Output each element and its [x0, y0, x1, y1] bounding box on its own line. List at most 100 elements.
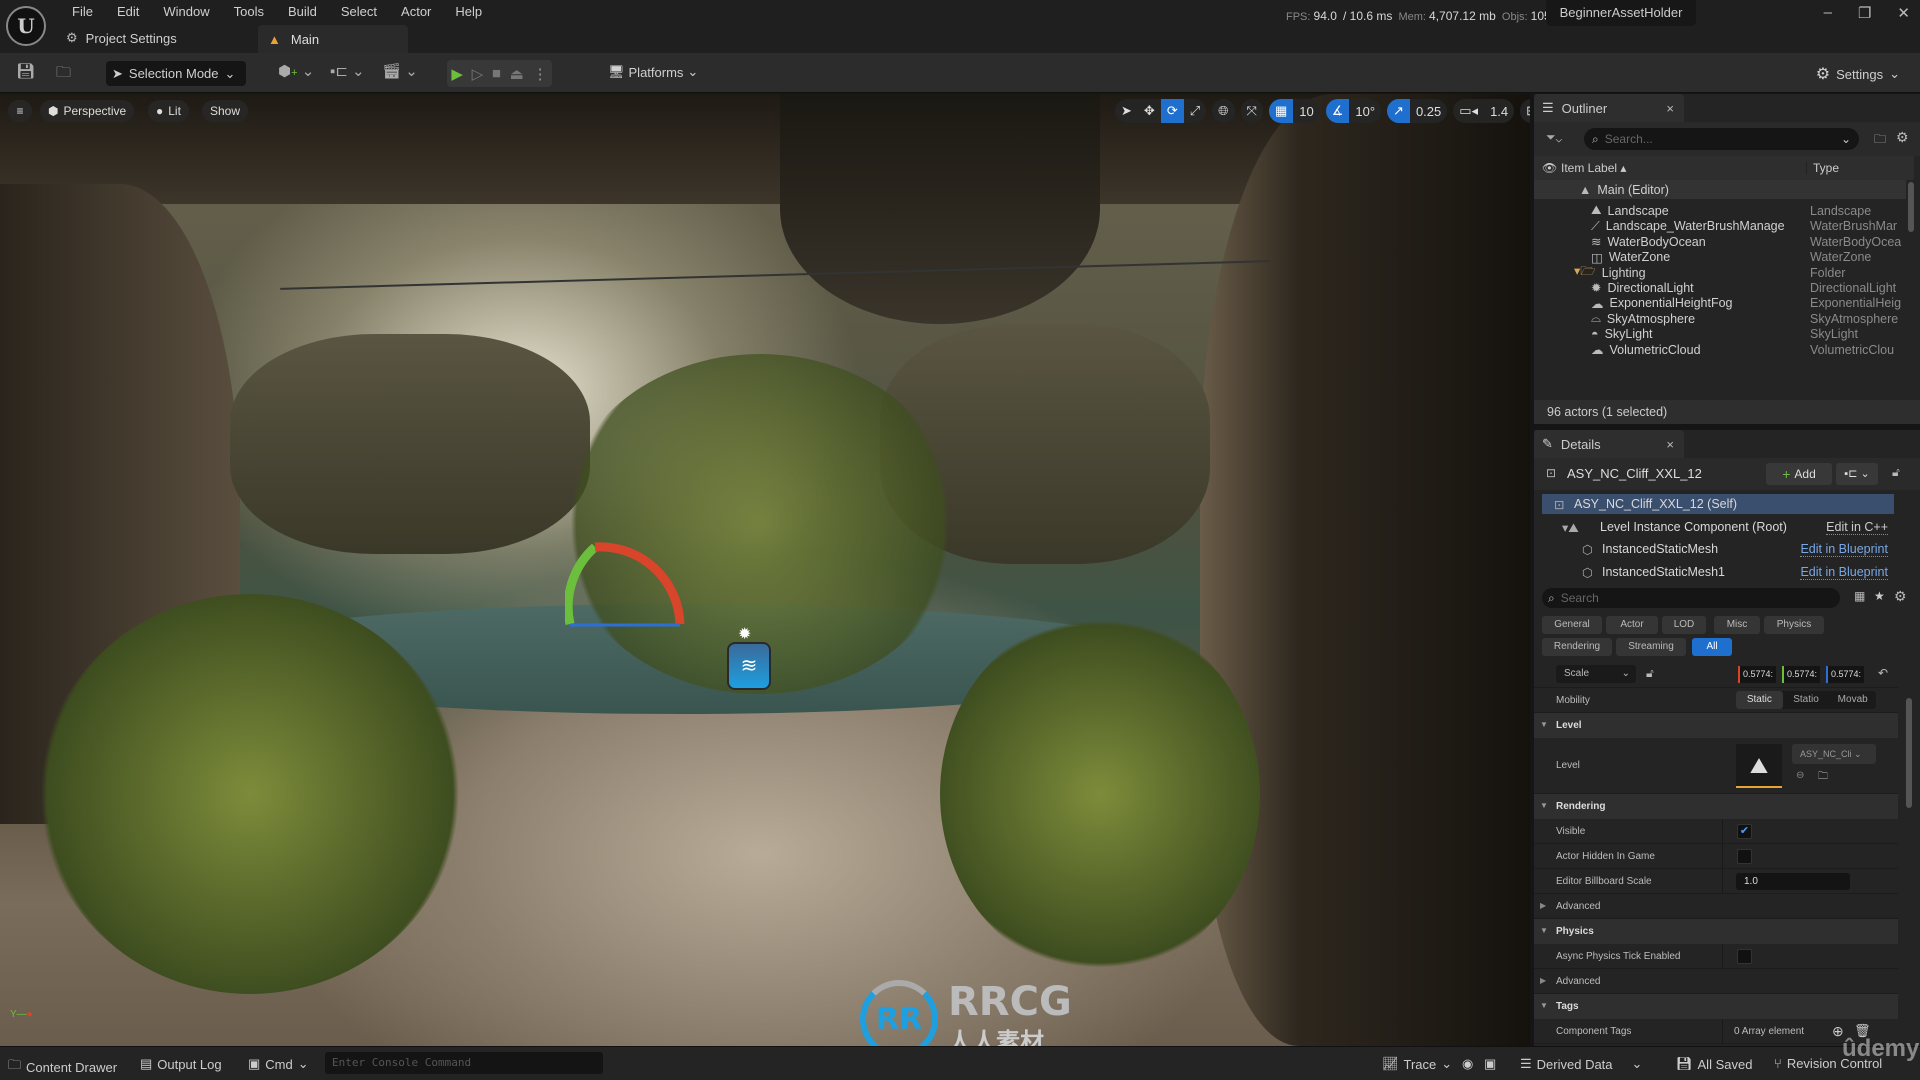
gizmo-y-arc[interactable] [565, 543, 599, 625]
eject-icon[interactable]: ⏏ [510, 65, 524, 83]
rotate-icon[interactable]: ⟳ [1160, 99, 1184, 123]
outliner-scrollbar[interactable] [1908, 182, 1914, 232]
use-selected-icon[interactable]: ⊖ [1796, 770, 1804, 781]
output-log-button[interactable]: ▤ Output Log [140, 1056, 222, 1072]
gear-icon[interactable]: ⚙ [1894, 588, 1907, 605]
selection-mode-dropdown[interactable]: ➤ Selection Mode ⌄ [106, 61, 246, 86]
add-actor-icon[interactable]: ⬢+ ⌄ [278, 62, 314, 80]
select-mode-icon[interactable]: ➤ [1115, 99, 1138, 123]
tab-main[interactable]: ▲ Main [258, 25, 408, 53]
menu-tools[interactable]: Tools [222, 2, 276, 21]
lock-icon[interactable]: 🔓︎ [1892, 465, 1900, 480]
blueprint-icon[interactable]: ▪⊏ ⌄ [330, 62, 365, 80]
step-icon[interactable]: ▷ [472, 65, 484, 83]
blueprint-dropdown[interactable]: ▪⊏ ⌄ [1836, 463, 1878, 485]
close-icon[interactable]: × [1666, 101, 1674, 116]
star-icon[interactable]: ★ [1874, 589, 1885, 603]
outliner-tab[interactable]: ☰ Outliner × [1534, 94, 1684, 122]
advanced-row-physics[interactable]: ▶ Advanced [1534, 969, 1898, 994]
platforms-dropdown[interactable]: 🖥︎ Platforms ⌄ [608, 64, 698, 80]
advanced-row-rendering[interactable]: ▶ Advanced [1534, 894, 1898, 919]
physics-section-header[interactable]: ▼ Physics [1534, 919, 1898, 944]
edit-in-cpp-link[interactable]: Edit in C++ [1826, 520, 1888, 535]
derived-data-dropdown[interactable]: ☰ Derived Data ⌄ [1520, 1056, 1642, 1072]
filter-chip-general[interactable]: General [1542, 616, 1602, 634]
table-view-icon[interactable]: ▦ [1854, 589, 1865, 603]
console-input[interactable]: Enter Console Command [325, 1052, 603, 1074]
async-physics-checkbox[interactable] [1737, 949, 1752, 964]
more-options-icon[interactable]: ⋮ [533, 65, 548, 83]
outliner-root-row[interactable]: ▲ Main (Editor) [1534, 180, 1906, 199]
component-row[interactable]: ▾⛰ Level Instance Component (Root) Edit in… [1542, 517, 1894, 537]
water-actor-billboard-icon[interactable]: ≋ [727, 642, 771, 690]
filter-chip-misc[interactable]: Misc [1714, 616, 1760, 634]
menu-window[interactable]: Window [151, 2, 221, 21]
show-button[interactable]: Show [202, 100, 249, 122]
perspective-button[interactable]: ⬢ Perspective [40, 100, 135, 122]
tab-project-settings[interactable]: ⚙ Project Settings [66, 30, 177, 46]
screenshot-icon[interactable]: ▣ [1484, 1056, 1496, 1072]
scale-z-input[interactable]: 0.5774: [1826, 666, 1864, 683]
menu-help[interactable]: Help [443, 2, 494, 21]
filter-icon[interactable]: ⏷⌄ [1546, 130, 1562, 145]
mobility-static[interactable]: Static [1736, 691, 1783, 709]
type-column[interactable]: Type [1806, 161, 1839, 175]
gizmo-x-arc[interactable] [594, 542, 685, 625]
unreal-logo-icon[interactable]: U [6, 6, 46, 46]
viewport-menu-button[interactable]: ≡ [8, 100, 32, 122]
restore-button[interactable]: ❐ [1858, 4, 1871, 22]
gear-icon[interactable]: ⚙ [1896, 129, 1909, 146]
details-tab[interactable]: ✎ Details × [1534, 430, 1684, 458]
scale-y-input[interactable]: 0.5774: [1782, 666, 1820, 683]
mobility-stationary[interactable]: Statio [1783, 691, 1830, 709]
filter-chip-physics[interactable]: Physics [1764, 616, 1824, 634]
rotation-snap-group[interactable]: ∡ 10° [1325, 99, 1382, 123]
menu-edit[interactable]: Edit [105, 2, 151, 21]
grid-snap-group[interactable]: ▦ 10 [1268, 99, 1320, 123]
play-icon[interactable]: ▶ [451, 65, 463, 83]
scale-lock-icon[interactable]: 🔓︎ [1646, 666, 1654, 681]
filter-chip-actor[interactable]: Actor [1606, 616, 1658, 634]
add-folder-icon[interactable]: 🗀 [1874, 130, 1886, 151]
minimize-button[interactable]: – [1824, 4, 1832, 22]
close-button[interactable]: ✕ [1897, 4, 1910, 22]
level-thumbnail-icon[interactable]: ⛰ [1736, 744, 1782, 788]
browse-asset-icon[interactable]: 🗀 [1818, 769, 1828, 786]
rendering-section-header[interactable]: ▼ Rendering [1534, 794, 1898, 819]
close-icon[interactable]: × [1666, 437, 1674, 452]
cmd-dropdown[interactable]: ▣ Cmd ⌄ [248, 1056, 309, 1072]
save-icon[interactable]: 💾︎ [16, 62, 35, 80]
browse-content-icon[interactable]: 🗀 [56, 62, 71, 87]
add-component-button[interactable]: + Add [1766, 463, 1832, 485]
surface-snap-toggle[interactable]: ⤧ [1240, 99, 1263, 123]
settings-dropdown[interactable]: ⚙ Settings ⌄ [1816, 64, 1900, 84]
visibility-eye-icon[interactable]: 👁︎ [1542, 161, 1557, 175]
scale-snap-group[interactable]: ↗ 0.25 [1387, 99, 1448, 123]
filter-chip-streaming[interactable]: Streaming [1616, 638, 1686, 656]
level-section-header[interactable]: ▼ Level [1534, 713, 1898, 738]
menu-build[interactable]: Build [276, 2, 329, 21]
component-self-row[interactable]: ⊡ ASY_NC_Cliff_XXL_12 (Self) [1542, 494, 1894, 514]
filter-chip-rendering[interactable]: Rendering [1542, 638, 1612, 656]
camera-speed-group[interactable]: ▭◂ 1.4 [1453, 99, 1515, 123]
mobility-movable[interactable]: Movab [1829, 691, 1876, 709]
scale-icon[interactable]: ⤢ [1184, 99, 1206, 123]
reset-icon[interactable]: ↶ [1878, 666, 1888, 680]
stop-icon[interactable]: ■ [492, 65, 501, 82]
visible-checkbox[interactable]: ✔ [1737, 824, 1752, 839]
scale-x-input[interactable]: 0.5774: [1738, 666, 1776, 683]
content-drawer-button[interactable]: 🗀 Content Drawer [8, 1056, 117, 1078]
scale-dropdown[interactable]: Scale ⌄ [1556, 665, 1636, 683]
all-saved-button[interactable]: 💾︎ All Saved [1676, 1056, 1752, 1072]
hidden-in-game-checkbox[interactable] [1737, 849, 1752, 864]
billboard-scale-input[interactable]: 1.0 [1736, 873, 1850, 890]
layout-button[interactable]: ⊞ [1520, 99, 1530, 123]
details-scrollbar[interactable] [1906, 698, 1912, 808]
level-asset-dropdown[interactable]: ASY_NC_Cli ⌄ [1792, 744, 1876, 764]
tags-section-header[interactable]: ▼ Tags [1534, 994, 1898, 1019]
menu-file[interactable]: File [60, 2, 105, 21]
outliner-row[interactable]: ☁ VolumetricCloud VolumetricClou [1534, 340, 1906, 359]
world-local-toggle[interactable]: 🌐︎ [1212, 99, 1235, 123]
lit-button[interactable]: ● Lit [148, 100, 189, 122]
details-search-input[interactable]: ⌕ Search [1542, 588, 1840, 608]
